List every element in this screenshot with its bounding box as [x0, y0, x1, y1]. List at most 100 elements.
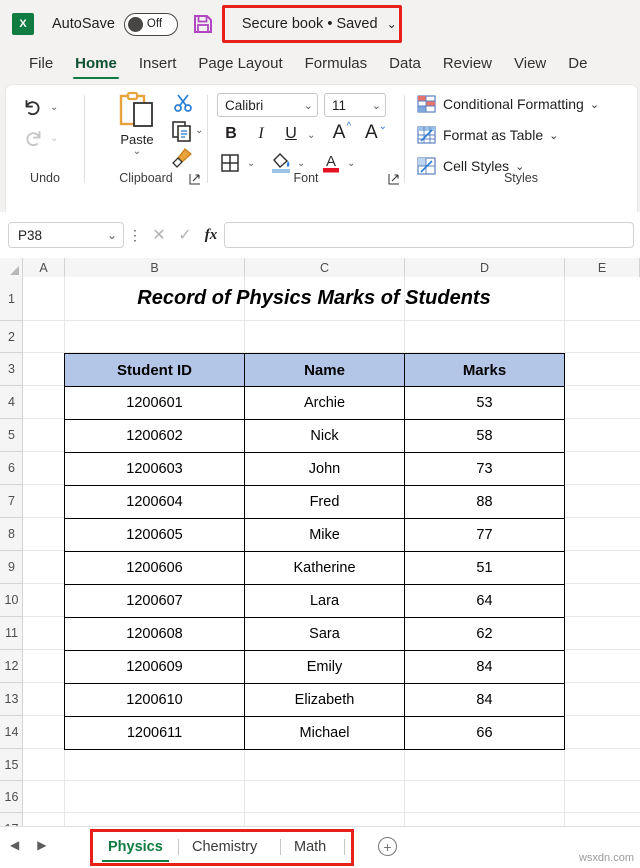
font-dialog-launcher-icon[interactable]: [388, 172, 400, 185]
table-row[interactable]: 84: [404, 683, 565, 717]
row-header-4[interactable]: 4: [0, 386, 23, 419]
table-row[interactable]: Elizabeth: [244, 683, 405, 717]
row-header-9[interactable]: 9: [0, 551, 23, 584]
cancel-x-icon[interactable]: ✕: [146, 225, 172, 245]
tab-developer[interactable]: De: [557, 48, 598, 81]
nav-next-icon[interactable]: ▶: [37, 838, 46, 852]
bold-button[interactable]: B: [220, 123, 242, 145]
chevron-down-icon[interactable]: ⌄: [590, 98, 599, 111]
chevron-down-icon[interactable]: ⌄: [107, 228, 117, 242]
table-row[interactable]: Mike: [244, 518, 405, 552]
save-floppy-icon[interactable]: [192, 13, 214, 35]
font-name-combo[interactable]: Calibri ⌄: [217, 93, 318, 117]
paste-chevron-down-icon[interactable]: ⌄: [109, 146, 165, 157]
table-row[interactable]: 77: [404, 518, 565, 552]
name-box[interactable]: P38 ⌄: [8, 222, 124, 248]
column-header-d[interactable]: D: [405, 258, 565, 277]
table-row[interactable]: 1200611: [64, 716, 245, 750]
fx-icon[interactable]: fx: [198, 227, 224, 244]
add-sheet-icon[interactable]: +: [378, 837, 397, 856]
font-size-combo[interactable]: 11 ⌄: [324, 93, 386, 117]
row-header-15[interactable]: 15: [0, 749, 23, 781]
formula-input[interactable]: [224, 222, 634, 248]
table-row[interactable]: 1200608: [64, 617, 245, 651]
table-row[interactable]: 58: [404, 419, 565, 453]
row-header-16[interactable]: 16: [0, 781, 23, 813]
table-row[interactable]: 62: [404, 617, 565, 651]
underline-button[interactable]: U: [280, 123, 302, 145]
borders-chevron-down-icon[interactable]: ⌄: [247, 158, 255, 169]
sheet-tab-physics[interactable]: Physics: [96, 831, 175, 863]
tab-view[interactable]: View: [503, 48, 557, 81]
table-row[interactable]: 51: [404, 551, 565, 585]
cut-button[interactable]: [171, 91, 195, 115]
italic-button[interactable]: I: [250, 123, 272, 145]
cell-area[interactable]: Record of Physics Marks of Students Stud…: [23, 277, 640, 826]
tab-file[interactable]: File: [18, 48, 64, 81]
font-color-chevron-down-icon[interactable]: ⌄: [347, 158, 355, 169]
row-header-7[interactable]: 7: [0, 485, 23, 518]
row-header-10[interactable]: 10: [0, 584, 23, 617]
decrease-font-size-button[interactable]: A ⌄: [364, 121, 388, 145]
table-row[interactable]: 66: [404, 716, 565, 750]
row-header-13[interactable]: 13: [0, 683, 23, 716]
clipboard-dialog-launcher-icon[interactable]: [189, 172, 201, 185]
tab-insert[interactable]: Insert: [128, 48, 188, 81]
fill-color-chevron-down-icon[interactable]: ⌄: [297, 158, 305, 169]
filename-status[interactable]: Secure book • Saved ⌄: [230, 10, 407, 39]
redo-dropdown-chevron-down-icon[interactable]: ⌄: [50, 133, 58, 144]
chevron-down-icon[interactable]: ⌄: [387, 17, 397, 31]
more-vertical-icon[interactable]: ⋮: [124, 227, 146, 244]
row-header-2[interactable]: 2: [0, 321, 23, 353]
sheet-title-cell[interactable]: Record of Physics Marks of Students: [64, 287, 564, 310]
column-header-b[interactable]: B: [65, 258, 245, 277]
table-header-name[interactable]: Name: [244, 353, 405, 387]
conditional-formatting-button[interactable]: Conditional Formatting ⌄: [417, 95, 599, 113]
row-header-12[interactable]: 12: [0, 650, 23, 683]
table-row[interactable]: Nick: [244, 419, 405, 453]
row-header-11[interactable]: 11: [0, 617, 23, 650]
table-row[interactable]: John: [244, 452, 405, 486]
chevron-down-icon[interactable]: ⌄: [304, 99, 313, 112]
format-as-table-button[interactable]: Format as Table ⌄: [417, 126, 558, 144]
table-row[interactable]: Emily: [244, 650, 405, 684]
table-header-student-id[interactable]: Student ID: [64, 353, 245, 387]
paste-button[interactable]: Paste ⌄: [109, 91, 165, 157]
column-header-e[interactable]: E: [565, 258, 640, 277]
redo-button[interactable]: [20, 126, 46, 152]
undo-button[interactable]: [20, 95, 46, 121]
table-row[interactable]: Archie: [244, 386, 405, 420]
copy-button[interactable]: [169, 118, 195, 144]
sheet-tab-chemistry[interactable]: Chemistry: [180, 831, 269, 863]
column-header-c[interactable]: C: [245, 258, 405, 277]
table-row[interactable]: Sara: [244, 617, 405, 651]
format-painter-brush-icon[interactable]: [169, 145, 195, 171]
table-row[interactable]: 1200609: [64, 650, 245, 684]
table-row[interactable]: Fred: [244, 485, 405, 519]
sheet-tab-math[interactable]: Math: [282, 831, 338, 863]
table-row[interactable]: 1200602: [64, 419, 245, 453]
tab-home[interactable]: Home: [64, 48, 128, 81]
chevron-down-icon[interactable]: ⌄: [372, 99, 381, 112]
table-row[interactable]: 53: [404, 386, 565, 420]
table-row[interactable]: 84: [404, 650, 565, 684]
tab-formulas[interactable]: Formulas: [294, 48, 379, 81]
row-header-14[interactable]: 14: [0, 716, 23, 749]
table-row[interactable]: 73: [404, 452, 565, 486]
table-row[interactable]: Michael: [244, 716, 405, 750]
table-header-marks[interactable]: Marks: [404, 353, 565, 387]
row-header-8[interactable]: 8: [0, 518, 23, 551]
tab-data[interactable]: Data: [378, 48, 432, 81]
table-row[interactable]: 1200610: [64, 683, 245, 717]
enter-check-icon[interactable]: ✓: [172, 225, 198, 245]
row-header-6[interactable]: 6: [0, 452, 23, 485]
table-row[interactable]: Lara: [244, 584, 405, 618]
tab-page-layout[interactable]: Page Layout: [187, 48, 293, 81]
table-row[interactable]: 1200606: [64, 551, 245, 585]
table-row[interactable]: 1200604: [64, 485, 245, 519]
row-header-17[interactable]: 17: [0, 813, 23, 827]
table-row[interactable]: Katherine: [244, 551, 405, 585]
row-header-1[interactable]: 1: [0, 277, 23, 321]
row-header-5[interactable]: 5: [0, 419, 23, 452]
table-row[interactable]: 1200601: [64, 386, 245, 420]
